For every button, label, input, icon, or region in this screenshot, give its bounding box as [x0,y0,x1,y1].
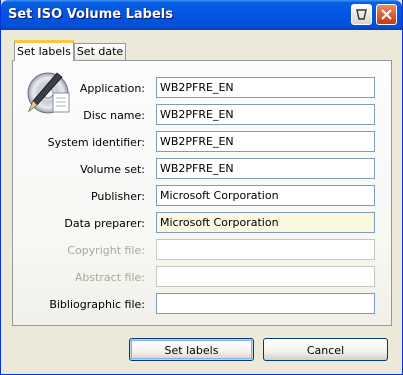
close-button[interactable] [376,4,397,25]
system-identifier-label: System identifier: [47,136,145,149]
disc-name-label: Disc name: [83,109,145,122]
cancel-button[interactable]: Cancel [263,338,388,361]
dialog-window: Set ISO Volume Labels Set labels Set dat… [0,0,403,375]
volume-set-field[interactable]: WB2PFRE_EN [156,158,375,179]
window-title: Set ISO Volume Labels [8,7,173,22]
close-icon [381,9,392,20]
tab-set-labels[interactable]: Set labels [14,40,74,61]
bibliographic-file-field[interactable] [156,293,375,314]
copyright-file-label: Copyright file: [67,244,145,257]
copyright-file-field [156,239,375,260]
abstract-file-field [156,266,375,287]
application-label: Application: [79,82,145,95]
system-identifier-field[interactable]: WB2PFRE_EN [156,131,375,152]
data-preparer-label: Data preparer: [64,217,145,230]
cd-disc-with-pen-icon [27,72,70,114]
minimize-icon [356,9,367,20]
data-preparer-field[interactable]: Microsoft Corporation [156,212,375,233]
volume-set-label: Volume set: [80,163,145,176]
bibliographic-file-label: Bibliographic file: [49,298,145,311]
minimize-button[interactable] [351,4,372,25]
set-labels-button[interactable]: Set labels [129,338,254,361]
tab-set-date[interactable]: Set date [74,43,126,60]
disc-name-field[interactable]: WB2PFRE_EN [156,104,375,125]
publisher-field[interactable]: Microsoft Corporation [156,185,375,206]
application-field[interactable]: WB2PFRE_EN [156,77,375,98]
title-bar[interactable]: Set ISO Volume Labels [1,0,402,30]
abstract-file-label: Abstract file: [74,271,145,284]
publisher-label: Publisher: [90,190,145,203]
